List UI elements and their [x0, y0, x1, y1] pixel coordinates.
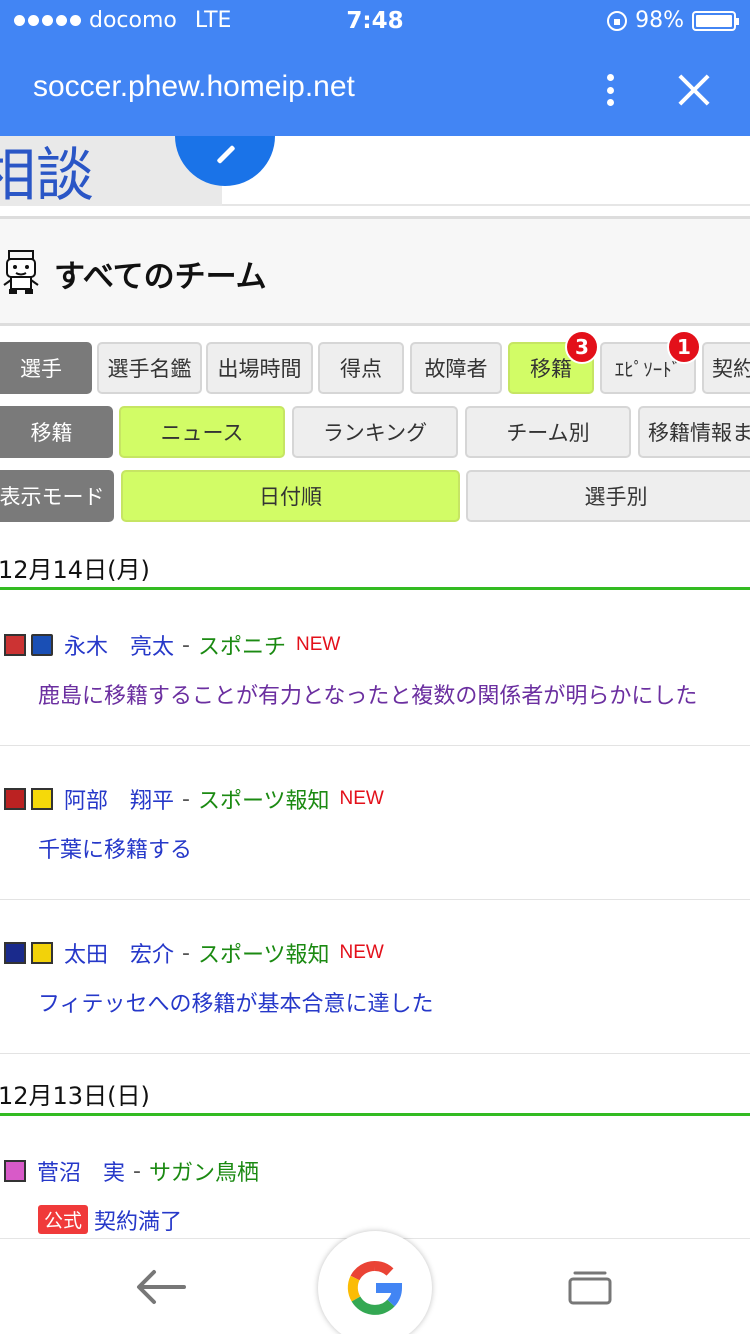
news-item-header: 菅沼 実 - サガン鳥栖	[4, 1156, 259, 1186]
tabs-icon[interactable]	[568, 1269, 612, 1305]
battery-percent: 98%	[635, 8, 684, 33]
club-emblem-icon	[4, 634, 26, 656]
player-directory-button[interactable]: 選手名鑑	[97, 342, 202, 394]
news-item[interactable]: 永木 亮太 - スポニチ NEW 鹿島に移籍することが有力となったと複数の関係者…	[0, 592, 750, 746]
playing-time-button[interactable]: 出場時間	[206, 342, 313, 394]
browser-header: docomo LTE 7:48 98% soccer.phew.homeip.n…	[0, 0, 750, 136]
back-arrow-icon[interactable]	[136, 1269, 186, 1305]
news-headline[interactable]: フィテッセへの移籍が基本合意に達した	[38, 986, 434, 1018]
player-name[interactable]: 太田 宏介	[64, 937, 174, 969]
site-banner: 相談	[0, 86, 750, 210]
battery-icon	[692, 10, 739, 31]
news-headline: 契約満了	[94, 1210, 183, 1235]
news-item[interactable]: 阿部 翔平 - スポーツ報知 NEW 千葉に移籍する	[0, 746, 750, 900]
news-source: スポニチ	[197, 635, 286, 660]
banner-divider	[222, 204, 750, 206]
contract-button[interactable]: 契約	[702, 342, 750, 394]
transfer-menu-row: 移籍 ニュース ランキング チーム別 移籍情報ま	[0, 406, 750, 458]
bottom-toolbar	[0, 1231, 750, 1334]
google-search-button[interactable]	[318, 1231, 432, 1334]
episode-count-badge: 1	[667, 330, 701, 364]
date-label: 12月14日(月)	[0, 556, 150, 584]
separator: -	[182, 786, 190, 812]
new-badge: NEW	[339, 942, 384, 963]
club-emblem-icon	[31, 942, 53, 964]
transfer-count-badge: 3	[565, 330, 599, 364]
player-menu-label: 選手	[0, 342, 92, 394]
news-button[interactable]: ニュース	[119, 406, 285, 458]
official-badge: 公式	[38, 1205, 89, 1234]
player-menu-row: 選手 選手名鑑 出場時間 得点 故障者 移籍 ｴﾋﾟｿｰﾄﾞ 契約	[0, 342, 750, 394]
sort-by-date-button[interactable]: 日付順	[121, 470, 460, 522]
rotation-lock-icon	[607, 10, 628, 31]
news-source: スポーツ報知	[197, 943, 330, 968]
news-headline-row[interactable]: 公式 契約満了	[38, 1204, 182, 1236]
more-options-icon[interactable]	[598, 70, 622, 110]
new-badge: NEW	[295, 634, 341, 655]
display-mode-label: 表示モード	[0, 470, 114, 522]
news-source: スポーツ報知	[197, 789, 330, 814]
club-emblem-icon	[31, 634, 53, 656]
goals-button[interactable]: 得点	[318, 342, 404, 394]
date-header: 12月14日(月)	[0, 546, 750, 590]
separator: -	[182, 940, 190, 966]
news-source: サガン鳥栖	[148, 1161, 259, 1186]
separator: -	[133, 1158, 141, 1184]
page-title: すべてのチーム	[54, 259, 267, 295]
news-headline[interactable]: 千葉に移籍する	[38, 832, 192, 864]
ranking-button[interactable]: ランキング	[292, 406, 458, 458]
news-item[interactable]: 太田 宏介 - スポーツ報知 NEW フィテッセへの移籍が基本合意に達した	[0, 900, 750, 1054]
url-bar: soccer.phew.homeip.net	[0, 58, 750, 122]
close-icon[interactable]	[676, 72, 712, 108]
date-header: 12月13日(日)	[0, 1072, 750, 1116]
google-icon	[347, 1261, 403, 1315]
club-emblem-icon	[31, 788, 53, 810]
club-emblem-icon	[4, 788, 26, 810]
news-item[interactable]: 菅沼 実 - サガン鳥栖 公式 契約満了	[0, 1118, 750, 1238]
display-mode-row: 表示モード 日付順 選手別	[0, 470, 750, 522]
injuries-button[interactable]: 故障者	[410, 342, 502, 394]
news-item-header: 阿部 翔平 - スポーツ報知 NEW	[4, 784, 384, 814]
mascot-icon	[3, 250, 39, 294]
section-header: すべてのチーム	[0, 216, 750, 326]
news-headline[interactable]: 鹿島に移籍することが有力となったと複数の関係者が明らかにした	[38, 678, 697, 710]
transfer-summary-button[interactable]: 移籍情報ま	[638, 406, 750, 458]
page-url[interactable]: soccer.phew.homeip.net	[33, 70, 355, 104]
banner-text: 相談	[0, 141, 95, 206]
sort-by-player-button[interactable]: 選手別	[466, 470, 750, 522]
news-item-header: 永木 亮太 - スポニチ NEW	[4, 630, 340, 660]
date-label: 12月13日(日)	[0, 1082, 150, 1110]
news-item-header: 太田 宏介 - スポーツ報知 NEW	[4, 938, 384, 968]
player-name[interactable]: 永木 亮太	[64, 629, 174, 661]
status-bar: docomo LTE 7:48 98%	[0, 0, 750, 42]
player-name[interactable]: 菅沼 実	[37, 1155, 125, 1187]
club-emblem-icon	[4, 942, 26, 964]
status-right: 98%	[607, 8, 739, 33]
new-badge: NEW	[339, 788, 384, 809]
separator: -	[182, 632, 190, 658]
by-team-button[interactable]: チーム別	[465, 406, 631, 458]
transfer-menu-label: 移籍	[0, 406, 113, 458]
player-name[interactable]: 阿部 翔平	[64, 783, 174, 815]
club-emblem-icon	[4, 1160, 26, 1182]
